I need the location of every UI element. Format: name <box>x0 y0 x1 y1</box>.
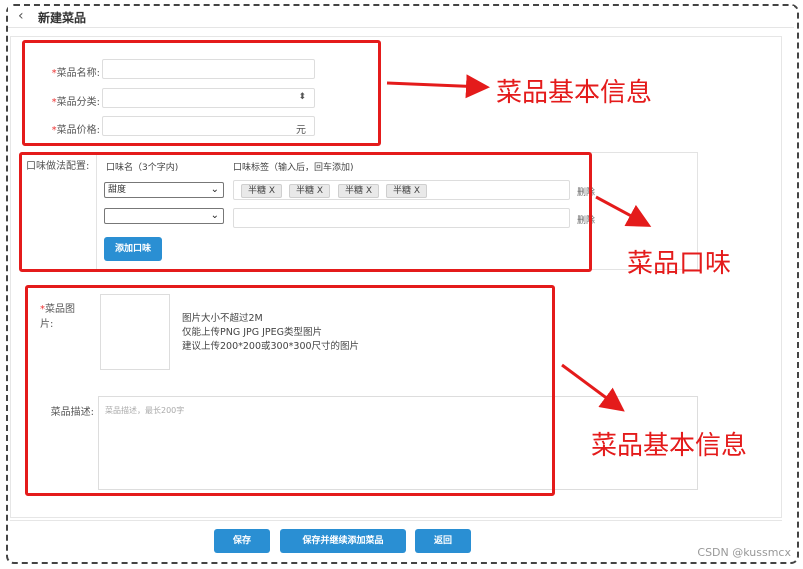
annotation-basic-bottom: 菜品基本信息 <box>591 431 748 461</box>
arrow-flavor <box>595 195 652 227</box>
watermark: CSDN @kussmcx <box>697 546 791 559</box>
arrow-basic <box>386 74 490 99</box>
arrow-image-desc <box>561 363 625 412</box>
annotation-flavor: 菜品口味 <box>627 249 732 279</box>
annotation-basic-top: 菜品基本信息 <box>496 78 653 108</box>
annotation-arrows <box>386 74 652 412</box>
